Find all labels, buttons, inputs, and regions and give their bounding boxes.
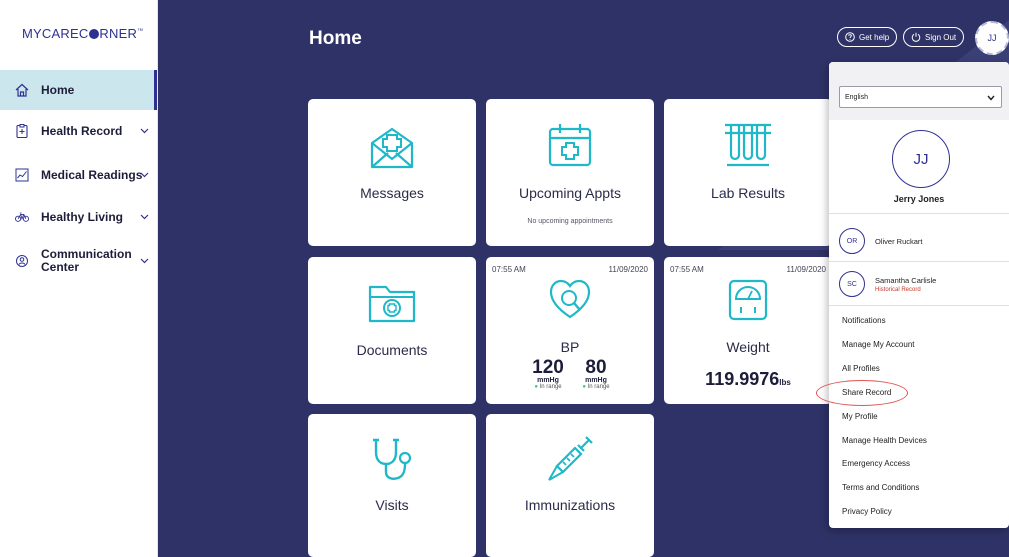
profile-row-name: Oliver Ruckart	[875, 236, 923, 246]
sidebar: MYCAREC RNER™ Home Health Record Medical …	[0, 0, 158, 557]
sidebar-item-medical-readings[interactable]: Medical Readings	[0, 162, 157, 188]
menu-item-privacy-policy[interactable]: Privacy Policy	[842, 507, 892, 516]
bp-systolic-status: ● In range	[534, 384, 562, 390]
card-title: Upcoming Appts	[519, 185, 621, 201]
logo-dot	[88, 29, 99, 39]
sidebar-item-label: Home	[41, 83, 75, 97]
chevron-down-icon[interactable]	[140, 170, 149, 180]
card-title: Weight	[726, 339, 770, 355]
folder-medical-icon	[368, 285, 416, 323]
user-avatar-button[interactable]: JJ	[975, 21, 1009, 55]
sidebar-item-home[interactable]: Home	[0, 70, 157, 110]
sidebar-item-label: Healthy Living	[41, 210, 124, 224]
sidebar-item-label: Medical Readings	[41, 168, 143, 182]
card-documents[interactable]: Documents	[308, 257, 476, 404]
profile-name: Jerry Jones	[893, 194, 945, 204]
bp-time: 07:55 AM	[492, 265, 526, 274]
scale-icon	[728, 279, 768, 321]
question-icon	[845, 32, 855, 42]
menu-item-emergency-access[interactable]: Emergency Access	[842, 459, 910, 468]
avatar: OR	[839, 228, 865, 254]
bp-systolic-block: 120 mmHg ● In range	[530, 357, 566, 390]
syringe-icon	[548, 436, 593, 481]
home-icon	[15, 83, 29, 97]
profile-row-name: Samantha Carlisle	[875, 275, 937, 285]
logo-trademark: ™	[137, 28, 144, 35]
logo-text-end: RNER	[99, 26, 138, 41]
sidebar-item-label: Communication Center	[41, 247, 132, 274]
card-title: Messages	[360, 185, 424, 201]
profile-avatar[interactable]: JJ	[892, 130, 950, 188]
avatar: SC	[839, 271, 865, 297]
weight-value: 119.9976	[705, 369, 780, 389]
menu-item-notifications[interactable]: Notifications	[842, 316, 886, 325]
card-weight[interactable]: 07:55 AM 11/09/2020 Weight 119.9976lbs	[664, 257, 832, 404]
chevron-down-icon[interactable]	[140, 212, 149, 222]
sidebar-item-health-record[interactable]: Health Record	[0, 118, 157, 144]
brand-logo[interactable]: MYCAREC RNER™	[22, 26, 143, 41]
envelope-medical-icon	[370, 127, 414, 169]
profile-row-samantha[interactable]: SC Samantha Carlisle Historical Record	[839, 271, 936, 297]
divider	[829, 213, 1009, 214]
card-title: Immunizations	[524, 497, 616, 513]
heart-search-icon	[549, 279, 591, 319]
stethoscope-icon	[373, 438, 412, 480]
sign-out-button[interactable]: Sign Out	[903, 27, 965, 47]
language-selected: English	[845, 93, 868, 101]
calendar-medical-icon	[548, 124, 592, 167]
bp-diastolic-value: 80	[585, 357, 607, 378]
sidebar-item-communication-center[interactable]: Communication Center	[0, 244, 157, 278]
sign-out-label: Sign Out	[925, 32, 957, 42]
card-title: Visits	[375, 497, 409, 513]
power-icon	[911, 32, 921, 42]
menu-item-manage-health-devices[interactable]: Manage Health Devices	[842, 436, 927, 445]
menu-item-all-profiles[interactable]: All Profiles	[842, 364, 880, 373]
language-select[interactable]: English	[839, 86, 1002, 108]
divider	[829, 305, 1009, 306]
highlight-annotation	[816, 380, 908, 406]
clipboard-icon	[15, 124, 29, 138]
card-bp[interactable]: 07:55 AM 11/09/2020 BP 120 mmHg ● In ran…	[486, 257, 654, 404]
bp-systolic-value: 120	[532, 357, 564, 378]
get-help-button[interactable]: Get help	[837, 27, 898, 47]
bp-diastolic-status: ● In range	[582, 384, 610, 390]
card-visits[interactable]: Visits	[308, 414, 476, 557]
menu-item-manage-account[interactable]: Manage My Account	[842, 340, 914, 349]
chart-icon	[15, 168, 29, 182]
page-title: Home	[309, 28, 362, 49]
chevron-down-icon	[987, 95, 995, 101]
weight-reading: 119.9976lbs	[664, 369, 832, 390]
logo-text-start: MYCAREC	[22, 26, 89, 41]
profile-row-oliver[interactable]: OR Oliver Ruckart	[839, 228, 923, 254]
weight-unit: lbs	[779, 378, 791, 387]
card-immunizations[interactable]: Immunizations	[486, 414, 654, 557]
bp-date: 11/09/2020	[608, 265, 648, 274]
menu-item-terms[interactable]: Terms and Conditions	[842, 483, 919, 492]
weight-date: 11/09/2020	[786, 265, 826, 274]
divider	[829, 261, 1009, 262]
chevron-down-icon[interactable]	[140, 256, 149, 266]
card-upcoming-appts[interactable]: Upcoming Appts No upcoming appointments	[486, 99, 654, 246]
card-lab-results[interactable]: Lab Results	[664, 99, 832, 246]
test-tubes-icon	[725, 123, 771, 167]
bp-diastolic-unit: mmHg	[585, 377, 607, 384]
card-title: Lab Results	[711, 185, 785, 201]
account-dropdown: English JJ Jerry Jones OR Oliver Ruckart…	[829, 62, 1009, 528]
card-messages[interactable]: Messages	[308, 99, 476, 246]
menu-item-my-profile[interactable]: My Profile	[842, 412, 878, 421]
sidebar-item-healthy-living[interactable]: Healthy Living	[0, 204, 157, 230]
chevron-down-icon[interactable]	[140, 126, 149, 136]
card-title: Documents	[356, 342, 428, 358]
chat-icon	[15, 254, 29, 268]
sidebar-item-label: Health Record	[41, 124, 123, 138]
weight-time: 07:55 AM	[670, 265, 704, 274]
bp-diastolic-block: 80 mmHg ● In range	[578, 357, 614, 390]
historical-record-badge: Historical Record	[875, 286, 921, 293]
get-help-label: Get help	[859, 32, 890, 42]
no-appointments-text: No upcoming appointments	[527, 218, 613, 225]
card-title: BP	[560, 339, 580, 355]
bike-icon	[15, 210, 29, 224]
